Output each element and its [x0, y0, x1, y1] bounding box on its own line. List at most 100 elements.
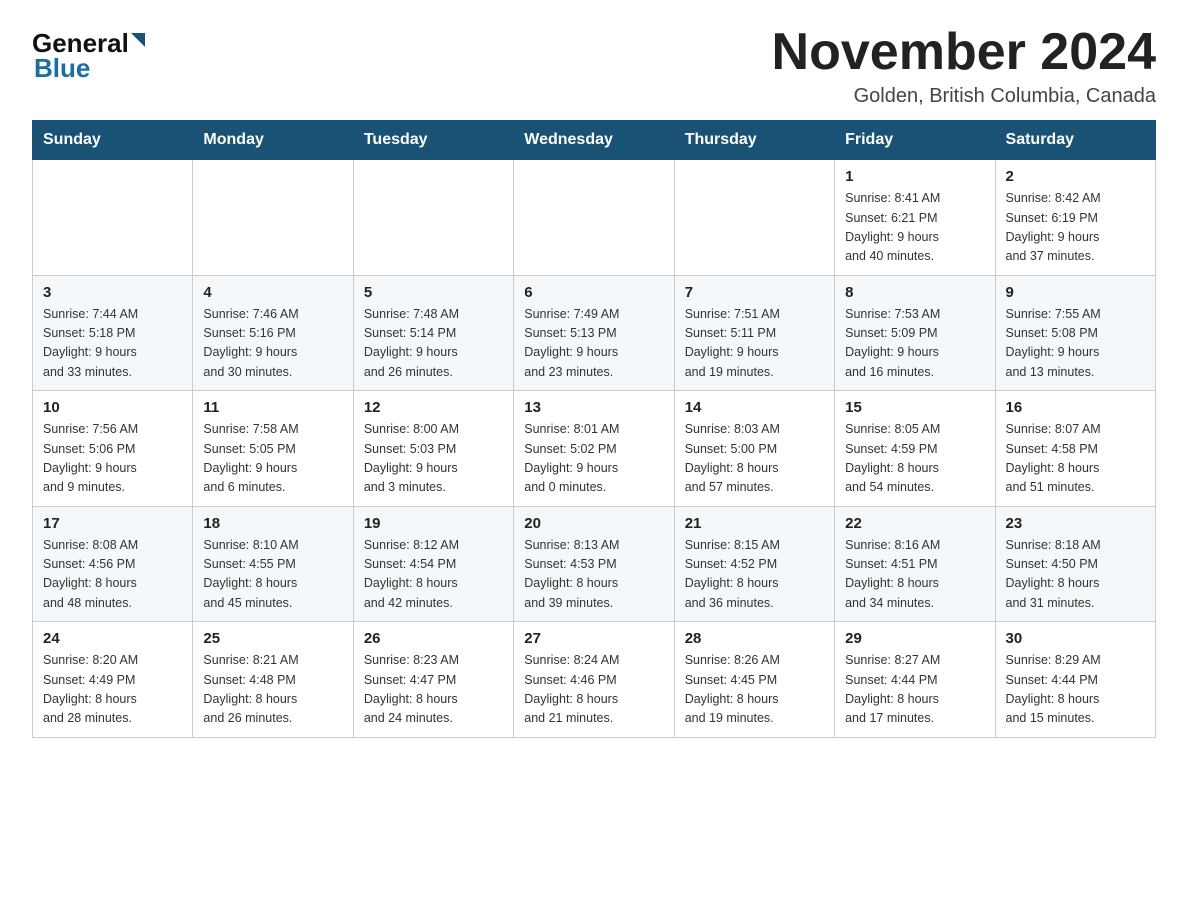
day-info: Sunrise: 8:26 AMSunset: 4:45 PMDaylight:…: [685, 651, 824, 729]
day-info: Sunrise: 7:56 AMSunset: 5:06 PMDaylight:…: [43, 420, 182, 498]
day-number: 24: [43, 630, 182, 647]
calendar-cell: 2Sunrise: 8:42 AMSunset: 6:19 PMDaylight…: [995, 160, 1155, 276]
calendar-cell: 13 Sunrise: 8:01 AMSunset: 5:02 PMDayligh…: [514, 391, 674, 507]
day-info: Sunrise: 8:24 AMSunset: 4:46 PMDaylight:…: [524, 651, 663, 729]
day-number: 21: [685, 515, 824, 532]
calendar-body: 1 Sunrise: 8:41 AMSunset: 6:21 PMDaylight…: [33, 160, 1156, 738]
day-number: 23: [1006, 515, 1145, 532]
weekday-header-row: SundayMondayTuesdayWednesdayThursdayFrid…: [33, 121, 1156, 160]
day-number: 27: [524, 630, 663, 647]
day-number: 17: [43, 515, 182, 532]
day-info: Sunrise: 7:49 AMSunset: 5:13 PMDaylight:…: [524, 305, 663, 383]
day-number: 13: [524, 399, 663, 416]
calendar-header: SundayMondayTuesdayWednesdayThursdayFrid…: [33, 121, 1156, 160]
day-info: Sunrise: 8:07 AMSunset: 4:58 PMDaylight:…: [1006, 420, 1145, 498]
day-number: 7: [685, 284, 824, 301]
calendar-cell: 23 Sunrise: 8:18 AMSunset: 4:50 PMDayligh…: [995, 506, 1155, 622]
day-info: Sunrise: 8:13 AMSunset: 4:53 PMDaylight:…: [524, 536, 663, 614]
calendar-week-row: 17 Sunrise: 8:08 AMSunset: 4:56 PMDayligh…: [33, 506, 1156, 622]
day-info: Sunrise: 8:08 AMSunset: 4:56 PMDaylight:…: [43, 536, 182, 614]
day-number: 8: [845, 284, 984, 301]
page-header: General Blue November 2024 Golden, Briti…: [32, 24, 1156, 108]
day-number: 3: [43, 284, 182, 301]
calendar-cell: 15 Sunrise: 8:05 AMSunset: 4:59 PMDayligh…: [835, 391, 995, 507]
calendar-cell: 10 Sunrise: 7:56 AMSunset: 5:06 PMDayligh…: [33, 391, 193, 507]
day-info: Sunrise: 8:12 AMSunset: 4:54 PMDaylight:…: [364, 536, 503, 614]
day-info: Sunrise: 8:01 AMSunset: 5:02 PMDaylight:…: [524, 420, 663, 498]
day-number: 11: [203, 399, 342, 416]
weekday-header-saturday: Saturday: [995, 121, 1155, 160]
calendar-cell: 28 Sunrise: 8:26 AMSunset: 4:45 PMDayligh…: [674, 622, 834, 738]
calendar-cell: 18 Sunrise: 8:10 AMSunset: 4:55 PMDayligh…: [193, 506, 353, 622]
weekday-header-sunday: Sunday: [33, 121, 193, 160]
weekday-header-thursday: Thursday: [674, 121, 834, 160]
day-info: Sunrise: 7:55 AMSunset: 5:08 PMDaylight:…: [1006, 305, 1145, 383]
day-info: Sunrise: 8:20 AMSunset: 4:49 PMDaylight:…: [43, 651, 182, 729]
calendar-cell: 24 Sunrise: 8:20 AMSunset: 4:49 PMDayligh…: [33, 622, 193, 738]
day-number: 12: [364, 399, 503, 416]
day-info: Sunrise: 8:10 AMSunset: 4:55 PMDaylight:…: [203, 536, 342, 614]
day-number: 26: [364, 630, 503, 647]
calendar-week-row: 24 Sunrise: 8:20 AMSunset: 4:49 PMDayligh…: [33, 622, 1156, 738]
calendar-cell: 25 Sunrise: 8:21 AMSunset: 4:48 PMDayligh…: [193, 622, 353, 738]
day-number: 16: [1006, 399, 1145, 416]
day-number: 4: [203, 284, 342, 301]
day-info: Sunrise: 7:53 AMSunset: 5:09 PMDaylight:…: [845, 305, 984, 383]
day-number: 20: [524, 515, 663, 532]
calendar-cell: 14Sunrise: 8:03 AMSunset: 5:00 PMDayligh…: [674, 391, 834, 507]
calendar-cell: 3 Sunrise: 7:44 AMSunset: 5:18 PMDaylight…: [33, 275, 193, 391]
day-number: 25: [203, 630, 342, 647]
calendar-cell: 7 Sunrise: 7:51 AMSunset: 5:11 PMDaylight…: [674, 275, 834, 391]
day-number: 10: [43, 399, 182, 416]
calendar-cell: 17 Sunrise: 8:08 AMSunset: 4:56 PMDayligh…: [33, 506, 193, 622]
calendar-cell: [514, 160, 674, 276]
day-info: Sunrise: 7:58 AMSunset: 5:05 PMDaylight:…: [203, 420, 342, 498]
logo: General Blue: [32, 28, 149, 84]
day-info: Sunrise: 8:29 AMSunset: 4:44 PMDaylight:…: [1006, 651, 1145, 729]
logo-chevron-icon: [131, 33, 149, 56]
logo-blue-text: Blue: [34, 53, 90, 84]
day-info: Sunrise: 8:42 AMSunset: 6:19 PMDaylight:…: [1006, 189, 1145, 267]
weekday-header-tuesday: Tuesday: [353, 121, 513, 160]
day-number: 30: [1006, 630, 1145, 647]
day-info: Sunrise: 8:15 AMSunset: 4:52 PMDaylight:…: [685, 536, 824, 614]
day-number: 6: [524, 284, 663, 301]
calendar-cell: 20 Sunrise: 8:13 AMSunset: 4:53 PMDayligh…: [514, 506, 674, 622]
calendar-cell: 4 Sunrise: 7:46 AMSunset: 5:16 PMDaylight…: [193, 275, 353, 391]
calendar-cell: 6 Sunrise: 7:49 AMSunset: 5:13 PMDaylight…: [514, 275, 674, 391]
calendar-cell: 5Sunrise: 7:48 AMSunset: 5:14 PMDaylight…: [353, 275, 513, 391]
day-info: Sunrise: 8:21 AMSunset: 4:48 PMDaylight:…: [203, 651, 342, 729]
day-info: Sunrise: 7:46 AMSunset: 5:16 PMDaylight:…: [203, 305, 342, 383]
calendar-cell: 21 Sunrise: 8:15 AMSunset: 4:52 PMDayligh…: [674, 506, 834, 622]
day-number: 29: [845, 630, 984, 647]
calendar-cell: 27 Sunrise: 8:24 AMSunset: 4:46 PMDayligh…: [514, 622, 674, 738]
day-info: Sunrise: 8:41 AMSunset: 6:21 PMDaylight:…: [845, 189, 984, 267]
day-info: Sunrise: 8:16 AMSunset: 4:51 PMDaylight:…: [845, 536, 984, 614]
calendar-cell: 26 Sunrise: 8:23 AMSunset: 4:47 PMDayligh…: [353, 622, 513, 738]
day-info: Sunrise: 8:23 AMSunset: 4:47 PMDaylight:…: [364, 651, 503, 729]
day-info: Sunrise: 8:05 AMSunset: 4:59 PMDaylight:…: [845, 420, 984, 498]
day-number: 5: [364, 284, 503, 301]
calendar-cell: 8 Sunrise: 7:53 AMSunset: 5:09 PMDaylight…: [835, 275, 995, 391]
calendar-cell: 12Sunrise: 8:00 AMSunset: 5:03 PMDayligh…: [353, 391, 513, 507]
day-info: Sunrise: 7:44 AMSunset: 5:18 PMDaylight:…: [43, 305, 182, 383]
day-info: Sunrise: 8:18 AMSunset: 4:50 PMDaylight:…: [1006, 536, 1145, 614]
calendar-cell: [674, 160, 834, 276]
calendar-table: SundayMondayTuesdayWednesdayThursdayFrid…: [32, 120, 1156, 738]
weekday-header-friday: Friday: [835, 121, 995, 160]
day-info: Sunrise: 7:51 AMSunset: 5:11 PMDaylight:…: [685, 305, 824, 383]
day-number: 1: [845, 168, 984, 185]
calendar-cell: [193, 160, 353, 276]
day-number: 28: [685, 630, 824, 647]
calendar-cell: 30 Sunrise: 8:29 AMSunset: 4:44 PMDayligh…: [995, 622, 1155, 738]
weekday-header-monday: Monday: [193, 121, 353, 160]
calendar-cell: 19Sunrise: 8:12 AMSunset: 4:54 PMDayligh…: [353, 506, 513, 622]
calendar-title: November 2024: [772, 24, 1156, 81]
day-number: 15: [845, 399, 984, 416]
calendar-cell: [353, 160, 513, 276]
day-info: Sunrise: 8:03 AMSunset: 5:00 PMDaylight:…: [685, 420, 824, 498]
calendar-cell: 29Sunrise: 8:27 AMSunset: 4:44 PMDayligh…: [835, 622, 995, 738]
day-number: 18: [203, 515, 342, 532]
calendar-cell: 9Sunrise: 7:55 AMSunset: 5:08 PMDaylight…: [995, 275, 1155, 391]
calendar-week-row: 3 Sunrise: 7:44 AMSunset: 5:18 PMDaylight…: [33, 275, 1156, 391]
